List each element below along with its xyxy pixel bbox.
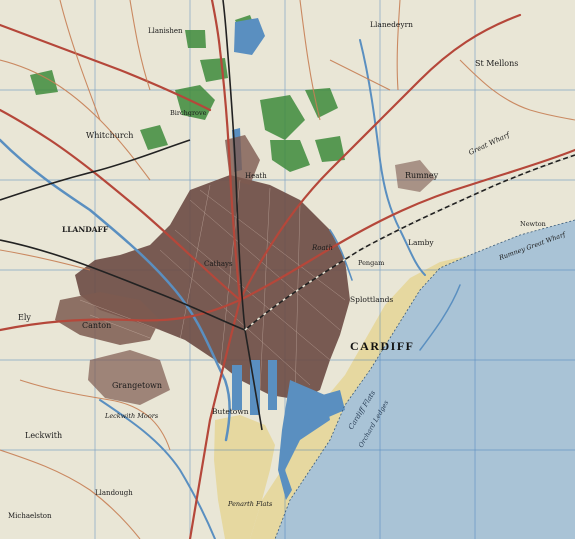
label-llanedeyrn[interactable]: Llanedeyrn: [370, 20, 413, 29]
label-penarth-flats[interactable]: Penarth Flats: [227, 500, 273, 508]
label-ely[interactable]: Ely: [18, 313, 31, 322]
label-cathays[interactable]: Cathays: [204, 260, 233, 268]
label-roath[interactable]: Roath: [311, 244, 333, 252]
label-lamby[interactable]: Lamby: [408, 238, 434, 247]
label-michaelston[interactable]: Michaelston: [8, 512, 52, 520]
label-canton[interactable]: Canton: [82, 321, 111, 330]
map-container[interactable]: CARDIFF LLANDAFF Canton Whitchurch Grang…: [0, 0, 575, 539]
label-grangetown[interactable]: Grangetown: [112, 381, 162, 390]
label-pengam[interactable]: Pengam: [358, 259, 384, 267]
label-butetown[interactable]: Butetown: [212, 407, 249, 416]
label-cardiff[interactable]: CARDIFF: [350, 339, 415, 353]
label-splottlands[interactable]: Splottlands: [350, 295, 393, 304]
label-heath[interactable]: Heath: [245, 172, 267, 180]
label-rumney[interactable]: Rumney: [405, 171, 439, 180]
label-st-mellons[interactable]: St Mellons: [475, 59, 518, 68]
label-llandaff[interactable]: LLANDAFF: [62, 225, 109, 234]
label-newton[interactable]: Newton: [520, 220, 546, 228]
map-canvas[interactable]: CARDIFF LLANDAFF Canton Whitchurch Grang…: [0, 0, 575, 539]
label-llandough[interactable]: Llandough: [95, 489, 133, 497]
label-leckwith-moors[interactable]: Leckwith Moors: [104, 412, 159, 420]
label-llanishen[interactable]: Llanishen: [148, 27, 183, 35]
label-whitchurch[interactable]: Whitchurch: [86, 131, 133, 140]
label-leckwith[interactable]: Leckwith: [25, 431, 62, 440]
label-birchgrove[interactable]: Birchgrove: [170, 109, 207, 117]
